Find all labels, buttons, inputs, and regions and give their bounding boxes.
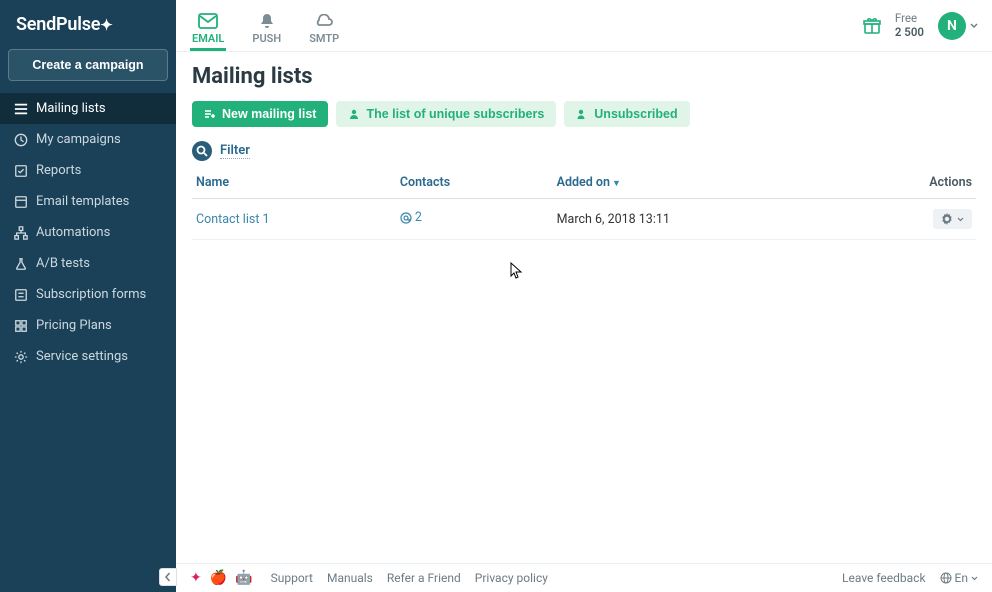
sidebar-item-label: Mailing lists: [36, 101, 106, 116]
unsubscribed-button[interactable]: Unsubscribed: [564, 101, 689, 127]
footer-support[interactable]: Support: [271, 571, 313, 585]
sidebar-item-label: Reports: [36, 163, 81, 178]
mouse-cursor-icon: [510, 262, 524, 280]
sidebar-collapse-button[interactable]: [159, 568, 177, 586]
bell-icon: [257, 12, 277, 30]
slack-icon[interactable]: ✦: [190, 570, 202, 586]
topbar: EMAIL PUSH SMTP Free 2 500: [176, 0, 992, 52]
button-label: The list of unique subscribers: [366, 107, 544, 121]
sidebar-item-label: My campaigns: [36, 132, 121, 147]
flask-icon: [14, 257, 28, 271]
at-icon: [400, 212, 412, 224]
tab-email[interactable]: EMAIL: [190, 0, 226, 51]
gear-icon: [941, 213, 953, 225]
clock-icon: [14, 133, 28, 147]
sidebar-item-label: A/B tests: [36, 256, 90, 271]
column-name[interactable]: Name: [192, 167, 396, 199]
apple-icon[interactable]: 🍎: [210, 570, 227, 586]
footer-manuals[interactable]: Manuals: [327, 571, 373, 585]
sidebar-item-label: Automations: [36, 225, 110, 240]
sidebar-item-reports[interactable]: Reports: [0, 155, 176, 186]
footer-refer[interactable]: Refer a Friend: [387, 571, 461, 585]
plus-list-icon: [204, 108, 216, 120]
grid-icon: [14, 319, 28, 333]
added-date: March 6, 2018 13:11: [553, 199, 867, 240]
tab-label: PUSH: [252, 32, 281, 45]
balance-label: Free: [895, 12, 924, 25]
caret-down-icon: [971, 576, 978, 581]
sidebar-item-label: Service settings: [36, 349, 128, 364]
sidebar-item-email-templates[interactable]: Email templates: [0, 186, 176, 217]
content: Mailing lists New mailing list The list …: [176, 52, 992, 563]
tab-smtp[interactable]: SMTP: [307, 0, 341, 51]
filter-toggle[interactable]: Filter: [220, 143, 250, 159]
cloud-icon: [314, 12, 334, 30]
button-label: Unsubscribed: [594, 107, 677, 121]
tab-label: SMTP: [309, 32, 339, 45]
check-square-icon: [14, 164, 28, 178]
button-label: New mailing list: [222, 107, 316, 121]
filter-search-icon[interactable]: [192, 141, 212, 161]
user-remove-icon: [576, 108, 588, 120]
sidebar-item-automations[interactable]: Automations: [0, 217, 176, 248]
sitemap-icon: [14, 226, 28, 240]
mail-icon: [198, 12, 218, 30]
create-campaign-button[interactable]: Create a campaign: [8, 49, 168, 81]
tab-push[interactable]: PUSH: [250, 0, 283, 51]
balance-amount: 2 500: [895, 26, 924, 39]
language-switcher[interactable]: En: [940, 571, 978, 585]
mailing-lists-table: Name Contacts Added on▼ Actions Contact …: [192, 167, 976, 240]
page-title: Mailing lists: [192, 64, 976, 89]
sidebar-item-subscription-forms[interactable]: Subscription forms: [0, 279, 176, 310]
user-icon: [348, 108, 360, 120]
sidebar-item-ab-tests[interactable]: A/B tests: [0, 248, 176, 279]
android-icon[interactable]: 🤖: [235, 570, 252, 586]
tab-label: EMAIL: [192, 32, 224, 45]
form-icon: [14, 288, 28, 302]
avatar: N: [938, 12, 966, 40]
balance[interactable]: Free 2 500: [895, 12, 924, 38]
gear-icon: [14, 350, 28, 364]
sort-desc-icon: ▼: [612, 179, 621, 189]
caret-down-icon: [970, 23, 978, 29]
sidebar-item-service-settings[interactable]: Service settings: [0, 341, 176, 372]
contacts-count[interactable]: 2: [400, 210, 422, 225]
sidebar-item-label: Subscription forms: [36, 287, 146, 302]
sidebar: SendPulse✦ Create a campaign Mailing lis…: [0, 0, 176, 592]
column-contacts[interactable]: Contacts: [396, 167, 553, 199]
new-mailing-list-button[interactable]: New mailing list: [192, 101, 328, 127]
row-actions-button[interactable]: [933, 209, 972, 229]
column-added[interactable]: Added on▼: [553, 167, 867, 199]
globe-icon: [940, 572, 952, 584]
table-row[interactable]: Contact list 1 2 March 6, 2018 13:11: [192, 199, 976, 240]
footer: ✦ 🍎 🤖 Support Manuals Refer a Friend Pri…: [176, 563, 992, 592]
sidebar-item-mailing-lists[interactable]: Mailing lists: [0, 93, 176, 124]
sidebar-item-label: Pricing Plans: [36, 318, 112, 333]
unique-subscribers-button[interactable]: The list of unique subscribers: [336, 101, 556, 127]
sidebar-item-label: Email templates: [36, 194, 129, 209]
gift-icon[interactable]: [863, 17, 881, 35]
column-actions: Actions: [866, 167, 976, 199]
chevron-left-icon: [163, 572, 173, 582]
footer-privacy[interactable]: Privacy policy: [475, 571, 548, 585]
sidebar-item-pricing-plans[interactable]: Pricing Plans: [0, 310, 176, 341]
footer-feedback[interactable]: Leave feedback: [842, 571, 926, 585]
list-icon: [14, 102, 28, 116]
user-menu[interactable]: N: [938, 12, 978, 40]
caret-down-icon: [957, 217, 964, 222]
sidebar-item-my-campaigns[interactable]: My campaigns: [0, 124, 176, 155]
brand-logo[interactable]: SendPulse✦: [0, 0, 176, 49]
list-name-link[interactable]: Contact list 1: [196, 212, 270, 227]
template-icon: [14, 195, 28, 209]
